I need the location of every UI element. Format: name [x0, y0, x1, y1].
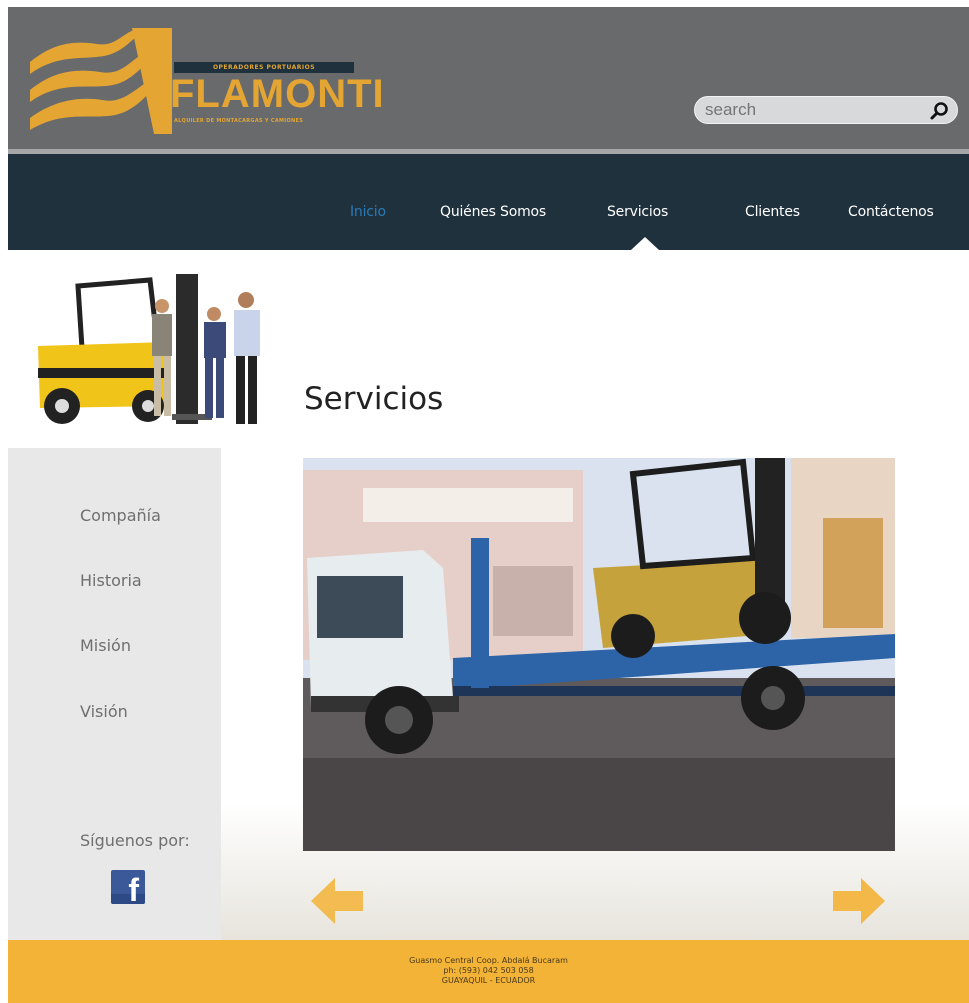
sidebar-item-historia[interactable]: Historia: [80, 571, 142, 590]
follow-us-label: Síguenos por:: [80, 831, 190, 850]
site-footer: Guasmo Central Coop. Abdalá Bucaram ph: …: [8, 940, 969, 1003]
logo-waves-icon: [30, 28, 172, 134]
nav-item-inicio[interactable]: Inicio: [350, 204, 386, 220]
facebook-icon[interactable]: f: [111, 870, 145, 907]
main-nav: Inicio Quiénes Somos Servicios Clientes …: [8, 154, 969, 250]
next-arrow-icon[interactable]: [833, 878, 885, 924]
previous-arrow-icon[interactable]: [311, 878, 363, 924]
sidebar-item-vision[interactable]: Visión: [80, 702, 128, 721]
sidebar: Compañía Historia Misión Visión Síguenos…: [8, 448, 221, 940]
footer-phone: ph: (593) 042 503 058: [443, 966, 534, 975]
nav-item-contactenos[interactable]: Contáctenos: [848, 204, 934, 220]
sidebar-item-compania[interactable]: Compañía: [80, 506, 161, 525]
nav-item-clientes[interactable]: Clientes: [745, 204, 800, 220]
service-photo-truck-forklift: [303, 458, 895, 851]
footer-address: Guasmo Central Coop. Abdalá Bucaram: [409, 956, 568, 965]
search-box: [694, 96, 958, 124]
nav-item-servicios[interactable]: Servicios: [607, 204, 668, 220]
forklift-team-banner: [38, 274, 260, 424]
nav-active-indicator: [631, 237, 659, 250]
nav-item-quienes-somos[interactable]: Quiénes Somos: [440, 204, 546, 220]
search-input[interactable]: [705, 100, 905, 120]
footer-city: GUAYAQUIL - ECUADOR: [441, 976, 536, 985]
brand-name: FLAMONTI: [170, 72, 385, 116]
search-icon[interactable]: [929, 101, 949, 121]
page-title: Servicios: [304, 381, 444, 417]
logo-tagline-bottom: ALQUILER DE MONTACARGAS Y CAMIONES: [174, 118, 304, 124]
sidebar-item-mision[interactable]: Misión: [80, 636, 131, 655]
flamonti-logo[interactable]: OPERADORES PORTUARIOS FLAMONTI ALQUILER …: [22, 22, 384, 140]
